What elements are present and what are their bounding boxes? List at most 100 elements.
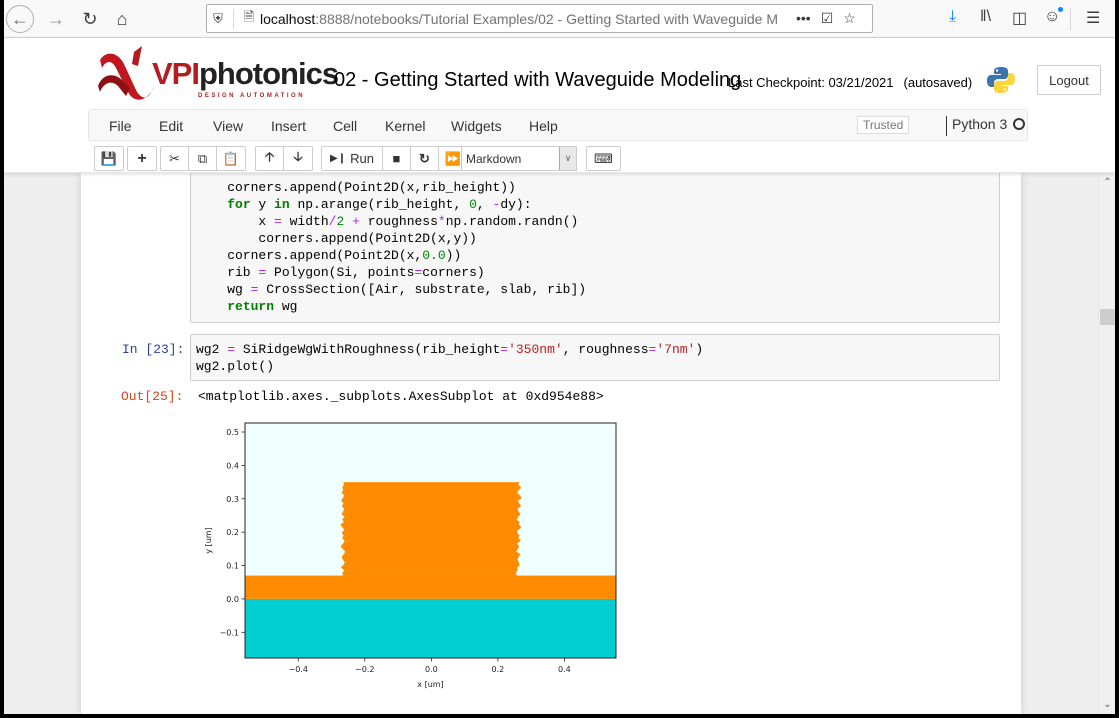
menu-help[interactable]: Help [529, 118, 558, 134]
move-down-icon[interactable]: 🡣 [284, 147, 312, 170]
previous-code-cell[interactable]: corners.append(Point2D(x,rib_height)) fo… [190, 173, 1000, 323]
insert-cell-icon[interactable]: + [128, 147, 156, 170]
y-tick-label: 0.2 [226, 528, 239, 537]
code-line: for y in np.arange(rib_height, 0, -dy): [227, 197, 532, 212]
toolbar-divider [1070, 8, 1071, 30]
notebook-title[interactable]: 02 - Getting Started with Waveguide Mode… [334, 69, 741, 92]
y-tick-label: −0.1 [220, 628, 239, 637]
x-tick-label: 0.4 [558, 665, 571, 674]
move-up-icon[interactable]: 🡡 [256, 147, 284, 170]
x-tick-label: 0.0 [425, 665, 438, 674]
current-code-cell[interactable]: wg2 = SiRidgeWgWithRoughness(rib_height=… [190, 334, 1000, 381]
x-axis-label: x [um] [417, 680, 443, 689]
edit-group: ✂ ⧉ 📋 [160, 146, 246, 171]
kernel-idle-icon [1013, 118, 1025, 130]
notebook-container: corners.append(Point2D(x,rib_height)) fo… [81, 173, 1021, 714]
trusted-badge[interactable]: Trusted [857, 116, 910, 134]
scroll-up-icon[interactable]: ⌃ [1099, 177, 1115, 188]
notification-dot [1058, 7, 1063, 12]
python-logo-icon [987, 67, 1015, 93]
menu-icon[interactable]: ☰ [1086, 8, 1100, 28]
library-icon[interactable]: ‖\ [980, 8, 991, 26]
x-tick-label: −0.4 [289, 665, 308, 674]
code-line: wg2 = SiRidgeWgWithRoughness(rib_height=… [196, 342, 704, 357]
menu-insert[interactable]: Insert [271, 118, 306, 134]
code-line: wg = CrossSection([Air, substrate, slab,… [196, 282, 587, 297]
y-tick-label: 0.0 [226, 595, 239, 604]
stop-icon[interactable]: ■ [383, 147, 411, 170]
cut-icon[interactable]: ✂ [161, 147, 189, 170]
code-line: corners.append(Point2D(x,0.0)) [196, 248, 462, 263]
insert-group: + [127, 146, 157, 171]
code-line: rib = Polygon(Si, points=corners) [196, 265, 485, 280]
y-tick-label: 0.1 [226, 562, 239, 571]
sidebar-icon[interactable]: ◫ [1012, 8, 1027, 28]
code-line: x = width/2 + roughness*np.random.randn(… [196, 214, 579, 229]
save-icon[interactable]: 💾 [95, 147, 123, 170]
logo-tagline: DESIGN AUTOMATION [198, 93, 306, 99]
menu-bar: File Edit View Insert Cell Kernel Widget… [88, 109, 1028, 141]
scrollbar[interactable]: ⌃ ⌄ [1098, 173, 1115, 714]
step-forward-icon: ▶❙ [330, 153, 347, 164]
code-line: corners.append(Point2D(x,rib_height)) [196, 180, 516, 195]
y-tick-label: 0.4 [226, 461, 239, 470]
forward-icon[interactable]: → [42, 5, 70, 33]
restart-icon[interactable]: ↻ [411, 147, 439, 170]
cell-type-value: Markdown [466, 152, 522, 166]
menu-edit[interactable]: Edit [159, 118, 183, 134]
logo-wordmark: VPIphotonics [152, 56, 339, 91]
command-palette-group: ⌨ [586, 146, 621, 171]
pocket-icon[interactable]: ☑ [821, 10, 834, 27]
menu-file[interactable]: File [109, 118, 132, 134]
run-group: ▶❙ Run ■ ↻ ⏩ [321, 146, 468, 171]
url-path: :8888/notebooks/Tutorial Examples/02 - G… [315, 10, 779, 27]
menu-kernel[interactable]: Kernel [385, 118, 425, 134]
jupyter-header: VPIphotonics DESIGN AUTOMATION 02 - Gett… [4, 38, 1115, 173]
browser-toolbar: ← → ↻ ⌂ ⛨ 🗎 localhost:8888/notebooks/Tut… [4, 0, 1115, 38]
menu-cell[interactable]: Cell [333, 118, 357, 134]
y-tick-label: 0.5 [226, 428, 239, 437]
shield-icon[interactable]: ⛨ [207, 11, 229, 27]
bookmark-star-icon[interactable]: ☆ [843, 10, 856, 27]
logout-button[interactable]: Logout [1037, 65, 1101, 95]
paste-icon[interactable]: 📋 [217, 147, 245, 170]
menu-view[interactable]: View [213, 118, 243, 134]
cell-type-select[interactable]: Markdown ∨ [461, 146, 577, 171]
url-bar[interactable]: ⛨ 🗎 localhost:8888/notebooks/Tutorial Ex… [206, 4, 873, 33]
chevron-down-icon: ∨ [559, 147, 576, 170]
input-prompt: In [23]: [122, 342, 185, 357]
x-tick-label: −0.2 [355, 665, 374, 674]
run-label: Run [350, 151, 374, 166]
download-icon[interactable]: ⤓ [949, 8, 956, 26]
x-tick-label: 0.2 [492, 665, 505, 674]
output-prompt: Out[25]: [121, 389, 184, 404]
vpiphotonics-logo[interactable]: VPIphotonics DESIGN AUTOMATION [92, 44, 339, 102]
scroll-down-icon[interactable]: ⌄ [1099, 699, 1115, 710]
more-icon[interactable]: ••• [796, 10, 811, 27]
region-rib [340, 482, 522, 576]
autosaved-label: (autosaved) [903, 75, 973, 90]
url-separator [233, 8, 234, 29]
url-text[interactable]: localhost:8888/notebooks/Tutorial Exampl… [260, 11, 790, 27]
logo-mark-icon [98, 46, 154, 100]
y-axis-label: y [um] [204, 527, 213, 553]
region-substrate [245, 598, 616, 658]
reload-icon[interactable]: ↻ [76, 5, 104, 33]
code-line: return wg [227, 299, 298, 314]
browser-window: ← → ↻ ⌂ ⛨ 🗎 localhost:8888/notebooks/Tut… [4, 0, 1115, 714]
page-icon[interactable]: 🗎 [238, 8, 260, 30]
waveguide-plot: −0.4 −0.2 0.0 0.2 0.4 −0.1 0.0 0.1 0.2 0.3 0.4 0.5 x… [204, 422, 617, 689]
back-icon[interactable]: ← [6, 5, 34, 33]
run-button[interactable]: ▶❙ Run [322, 147, 383, 170]
keyboard-icon[interactable]: ⌨ [587, 147, 620, 170]
code-line: wg2.plot() [196, 359, 275, 374]
kernel-name[interactable]: Python 3 [946, 116, 1007, 136]
home-icon[interactable]: ⌂ [108, 5, 136, 33]
region-slab [245, 575, 616, 599]
copy-icon[interactable]: ⧉ [189, 147, 217, 170]
scroll-thumb[interactable] [1100, 309, 1115, 325]
url-host: localhost [260, 10, 316, 27]
last-checkpoint: Last Checkpoint: 03/21/2021 [728, 75, 894, 90]
menu-widgets[interactable]: Widgets [451, 118, 502, 134]
output-text: <matplotlib.axes._subplots.AxesSubplot a… [198, 389, 604, 404]
